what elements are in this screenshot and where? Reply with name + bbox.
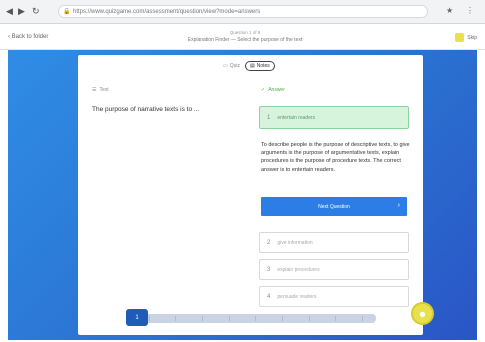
answer-explanation: To describe people is the purpose of des…: [261, 142, 410, 173]
forward-arrow-icon[interactable]: ▶: [18, 6, 25, 17]
progress-step[interactable]: [228, 316, 230, 321]
chevron-right-icon: ›: [397, 202, 400, 209]
next-question-label: Next Question: [318, 203, 350, 210]
answer-option[interactable]: 2 give information: [259, 232, 409, 253]
progress-step[interactable]: [175, 316, 177, 321]
notes-icon: ▤: [250, 63, 255, 69]
progress-step[interactable]: [255, 316, 257, 321]
progress-step[interactable]: [362, 316, 364, 321]
help-button[interactable]: ☻: [411, 302, 434, 325]
progress-step[interactable]: [335, 316, 337, 321]
question-label-text: Text: [99, 87, 109, 93]
browser-toolbar: ◀ ▶ ↻ 🔒 https://www.quizgame.com/assessm…: [0, 0, 485, 24]
next-question-button[interactable]: Next Question ›: [261, 197, 407, 216]
address-bar[interactable]: 🔒 https://www.quizgame.com/assessment/qu…: [58, 5, 428, 18]
menu-icon[interactable]: ⋮: [466, 6, 474, 15]
lock-icon: 🔒: [63, 9, 71, 15]
back-link[interactable]: ‹ Back to folder: [8, 34, 48, 40]
view-toggle: ▭ Quiz ▤ Notes: [223, 60, 288, 72]
toggle-notes[interactable]: ▤ Notes: [245, 61, 275, 71]
answer-option[interactable]: 4 persuade readers: [259, 286, 409, 307]
toggle-quiz[interactable]: ▭ Quiz: [223, 63, 240, 69]
answer-label-text: Answer: [268, 87, 285, 93]
check-icon: ✓: [261, 87, 266, 93]
skip-button[interactable]: Skip: [455, 33, 477, 42]
option-number: 2: [267, 239, 271, 246]
text-icon: ☰: [92, 87, 97, 93]
question-label: ☰ Text: [92, 87, 109, 93]
skip-label: Skip: [467, 34, 477, 41]
progress-step[interactable]: [308, 316, 310, 321]
question-text: The purpose of narrative texts is to ...: [92, 106, 200, 113]
progress-step[interactable]: [148, 316, 150, 321]
option-number: 1: [267, 114, 271, 121]
quiz-stage: ▭ Quiz ▤ Notes ☰ Text The purpose of nar…: [8, 50, 477, 340]
app-header: ‹ Back to folder Question 1 of 8 Explana…: [0, 24, 485, 50]
quiz-icon: ▭: [223, 63, 228, 69]
option-text: give information: [277, 239, 313, 246]
progress-step[interactable]: [282, 316, 284, 321]
option-text: persuade readers: [277, 293, 317, 300]
progress-step[interactable]: [202, 316, 204, 321]
address-bar-url: https://www.quizgame.com/assessment/ques…: [73, 9, 261, 15]
header-titles: Question 1 of 8 Explanation Finder — Sel…: [160, 29, 330, 44]
option-text: entertain readers: [277, 114, 316, 121]
bookmark-star-icon[interactable]: ★: [446, 6, 453, 15]
question-progress-bar[interactable]: [136, 314, 376, 323]
option-number: 4: [267, 293, 271, 300]
header-subtitle: Question 1 of 8: [229, 30, 261, 35]
reload-icon[interactable]: ↻: [32, 6, 40, 17]
current-question-indicator[interactable]: 1: [126, 309, 148, 326]
flag-icon: [455, 33, 465, 42]
toggle-notes-label: Notes: [256, 63, 270, 69]
toggle-quiz-label: Quiz: [229, 63, 241, 69]
answer-label: ✓ Answer: [261, 87, 285, 93]
option-text: explain procedures: [277, 266, 320, 273]
option-number: 3: [267, 266, 271, 273]
header-title: Explanation Finder — Select the purpose …: [187, 37, 303, 43]
answer-option-correct[interactable]: 1 entertain readers: [259, 106, 409, 129]
question-card: ▭ Quiz ▤ Notes ☰ Text The purpose of nar…: [78, 55, 423, 335]
back-arrow-icon[interactable]: ◀: [6, 6, 13, 17]
answer-option[interactable]: 3 explain procedures: [259, 259, 409, 280]
